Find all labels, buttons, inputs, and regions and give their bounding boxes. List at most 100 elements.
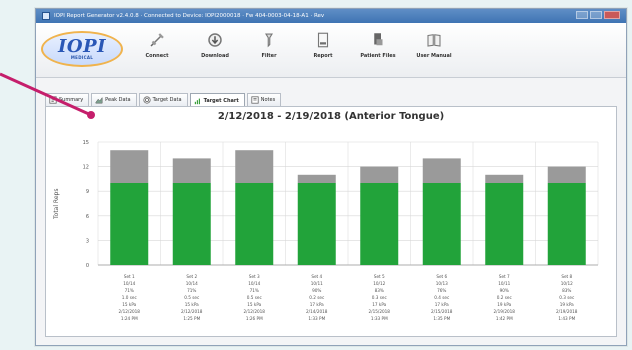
x-category-label: 10/14 xyxy=(248,281,260,286)
y-tick-label: 9 xyxy=(86,189,89,195)
x-category-label: Set 1 xyxy=(124,274,135,279)
additional-reps-bar xyxy=(547,166,586,183)
target-achieved-bar xyxy=(110,183,149,265)
connect-label: Connect xyxy=(145,53,169,59)
tab-summary[interactable]: Summary xyxy=(45,93,90,106)
x-category-label: 0.5 sec xyxy=(184,295,200,300)
close-button[interactable] xyxy=(604,11,620,19)
plug-icon xyxy=(150,33,164,47)
target-achieved-bar xyxy=(485,183,524,265)
additional-reps-bar xyxy=(172,158,211,183)
x-category-label: 1.0 sec xyxy=(122,295,138,300)
x-category-label: 10/13 xyxy=(436,281,448,286)
additional-reps-bar xyxy=(422,158,461,183)
user-manual-button[interactable]: User Manual xyxy=(408,29,460,71)
tab-notes[interactable]: Notes xyxy=(246,93,282,106)
x-category-label: 2/12/2018 xyxy=(181,309,203,314)
target-achieved-bar xyxy=(235,183,274,265)
tab-strip: Summary Peak Data Target Data Target Cha… xyxy=(45,93,282,107)
x-category-label: Set 7 xyxy=(499,274,510,279)
x-category-label: 10/14 xyxy=(123,281,135,286)
target-achieved-bar xyxy=(360,183,399,265)
maximize-button[interactable] xyxy=(590,11,602,19)
minimize-button[interactable] xyxy=(576,11,588,19)
report-label: Report xyxy=(313,53,333,59)
x-category-label: 76% xyxy=(437,288,446,293)
x-category-label: 0.4 sec xyxy=(434,295,450,300)
x-category-label: 1:33 PM xyxy=(371,316,388,321)
tab-target-chart-label: Target Chart xyxy=(203,97,239,104)
download-icon xyxy=(208,33,222,47)
app-window: IOPI Report Generator v2.4.0.8 · Connect… xyxy=(35,8,627,346)
x-category-label: 10/11 xyxy=(311,281,323,286)
x-category-label: 2/14/2018 xyxy=(306,309,328,314)
tab-target-data-label: Target Data xyxy=(152,97,182,103)
main-toolbar: IOPI MEDICAL Connect Download Filter Rep… xyxy=(36,23,626,78)
x-category-label: Set 2 xyxy=(186,274,197,279)
filter-icon xyxy=(265,33,273,48)
x-category-label: 83% xyxy=(562,288,571,293)
peak-data-icon xyxy=(95,96,103,104)
x-category-label: 1:35 PM xyxy=(433,316,450,321)
x-category-label: 1:42 PM xyxy=(496,316,513,321)
y-tick-label: 6 xyxy=(86,214,89,220)
x-category-label: Set 6 xyxy=(436,274,447,279)
x-category-label: 10/11 xyxy=(498,281,510,286)
additional-reps-bar xyxy=(297,174,336,183)
x-category-label: 1:43 PM xyxy=(558,316,575,321)
additional-reps-bar xyxy=(485,174,524,183)
patient-files-label: Patient Files xyxy=(360,53,396,59)
x-category-label: 0.2 sec xyxy=(497,295,513,300)
download-button[interactable]: Download xyxy=(189,29,241,71)
target-achieved-bar xyxy=(547,183,586,265)
manual-icon xyxy=(427,34,441,47)
logo-main-text: IOPI xyxy=(57,35,107,57)
report-button[interactable]: Report xyxy=(297,29,349,71)
x-category-label: 1:33 PM xyxy=(308,316,325,321)
x-category-label: 15 kPa xyxy=(247,302,261,307)
x-category-label: 2/12/2018 xyxy=(244,309,266,314)
patient-files-button[interactable]: Patient Files xyxy=(352,29,404,71)
x-category-label: 1:25 PM xyxy=(183,316,200,321)
x-category-label: 2/19/2018 xyxy=(556,309,578,314)
x-category-label: 2/15/2018 xyxy=(369,309,391,314)
x-category-label: 19 kPa xyxy=(560,302,574,307)
x-category-label: 0.5 sec xyxy=(247,295,263,300)
tab-target-data[interactable]: Target Data xyxy=(138,93,188,106)
x-category-label: 2/12/2018 xyxy=(119,309,141,314)
x-category-label: 17 kPa xyxy=(372,302,386,307)
y-tick-label: 0 xyxy=(86,263,89,269)
x-category-label: 15 kPa xyxy=(122,302,136,307)
screenshot-stage: IOPI Report Generator v2.4.0.8 · Connect… xyxy=(0,0,632,350)
tab-peak-data[interactable]: Peak Data xyxy=(91,93,137,106)
additional-reps-bar xyxy=(110,150,149,183)
connect-button[interactable]: Connect xyxy=(131,29,183,71)
x-category-label: 17 kPa xyxy=(310,302,324,307)
x-category-label: 0.3 sec xyxy=(559,295,575,300)
logo-sub-text: MEDICAL xyxy=(70,54,94,60)
report-icon xyxy=(317,32,329,48)
tab-peak-data-label: Peak Data xyxy=(105,97,131,103)
app-window-icon xyxy=(42,12,50,20)
x-category-label: 1:24 PM xyxy=(121,316,138,321)
target-achieved-bar xyxy=(172,183,211,265)
user-manual-label: User Manual xyxy=(416,53,452,59)
x-category-label: 10/12 xyxy=(561,281,573,286)
tab-target-chart[interactable]: Target Chart xyxy=(189,93,245,107)
x-category-label: Set 5 xyxy=(374,274,385,279)
target-achieved-bar xyxy=(422,183,461,265)
x-category-label: Set 8 xyxy=(561,274,572,279)
tab-summary-label: Summary xyxy=(59,97,84,103)
target-chart-icon xyxy=(194,98,200,104)
x-category-label: 19 kPa xyxy=(497,302,511,307)
x-category-label: 10/12 xyxy=(373,281,385,286)
filter-button[interactable]: Filter xyxy=(243,29,295,71)
window-controls xyxy=(576,11,620,19)
additional-reps-bar xyxy=(235,150,274,183)
x-category-label: 90% xyxy=(500,288,509,293)
x-category-label: 2/19/2018 xyxy=(494,309,516,314)
y-tick-label: 15 xyxy=(83,140,89,146)
download-label: Download xyxy=(201,53,229,59)
x-category-label: 83% xyxy=(375,288,384,293)
x-category-label: 1:26 PM xyxy=(246,316,263,321)
